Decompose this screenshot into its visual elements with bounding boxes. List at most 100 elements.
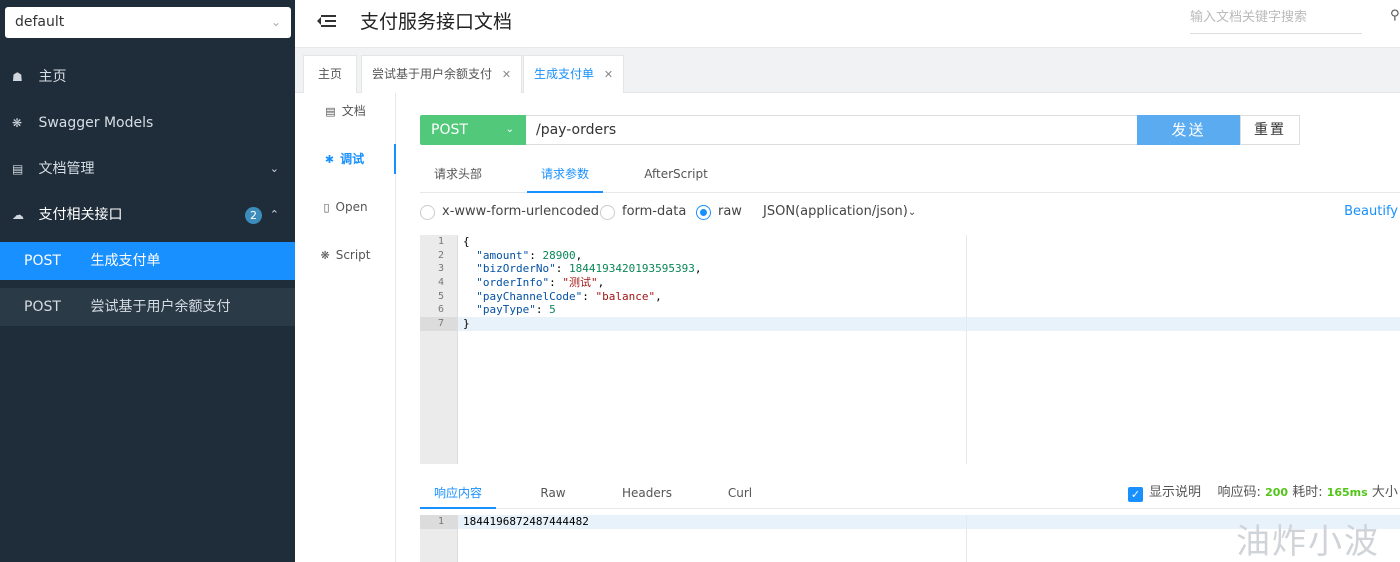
top-header: 支付服务接口文档 输入文档关键字搜索 ⚲ [295, 0, 1400, 48]
tab-response-raw[interactable]: Raw [525, 477, 581, 509]
watermark: 油炸小波 [1236, 522, 1380, 562]
cloud-icon: ☁ [12, 208, 24, 222]
method-select[interactable]: POST ⌄ [420, 115, 526, 145]
tab-request-params[interactable]: 请求参数 [527, 155, 603, 193]
line-number: 2 [437, 249, 444, 261]
sidebar-item-label: 支付相关接口 [38, 207, 123, 223]
sub-item-label: 生成支付单 [90, 253, 161, 269]
status-code-value: 200 [1265, 486, 1289, 499]
vnav-label: Open [335, 200, 368, 214]
bug-icon: ✱ [324, 153, 335, 166]
tab-balance-pay[interactable]: 尝试基于用户余额支付 ✕ [361, 55, 523, 93]
group-select[interactable]: default ⌄ [5, 7, 291, 38]
url-input[interactable]: /pay-orders [526, 115, 1138, 145]
document-icon: ▤ [325, 105, 336, 118]
code-icon: ❋ [320, 249, 330, 262]
page-title: 支付服务接口文档 [360, 11, 513, 33]
print-margin [966, 235, 967, 464]
chevron-down-icon: ⌄ [269, 162, 279, 175]
home-icon: ☗ [12, 70, 23, 84]
vnav-label: Script [335, 248, 371, 262]
radio-form-data[interactable] [600, 205, 615, 220]
tab-afterscript[interactable]: AfterScript [638, 155, 714, 193]
reset-button[interactable]: 重置 [1240, 115, 1300, 145]
method-value: POST [431, 122, 468, 138]
code-line: { [463, 235, 470, 248]
time-value: 165ms [1326, 486, 1368, 499]
sidebar-sub-item-balance-pay[interactable]: POST 尝试基于用户余额支付 [0, 288, 295, 326]
file-icon: ▯ [323, 201, 330, 214]
vnav-label: 调试 [340, 152, 365, 166]
sidebar-item-docs-manage[interactable]: ▤ 文档管理 ⌄ [0, 146, 295, 192]
tab-label: 尝试基于用户余额支付 [372, 67, 493, 81]
sidebar-item-pay-apis[interactable]: ☁ 支付相关接口 2 ⌃ [0, 192, 295, 238]
sub-item-label: 尝试基于用户余额支付 [90, 299, 231, 315]
line-number: 6 [437, 304, 444, 316]
method-label: POST [24, 253, 61, 269]
sidebar-item-label: 主页 [38, 69, 67, 85]
line-number: 7 [420, 317, 457, 331]
tab-label: 主页 [317, 67, 342, 81]
sidebar: default ⌄ ☗ 主页 ❋ Swagger Models ▤ 文档管理 ⌄… [0, 0, 295, 562]
code-line: } [458, 317, 1400, 331]
request-bar: POST ⌄ /pay-orders 发送 重置 [420, 115, 1300, 145]
search-input[interactable]: 输入文档关键字搜索 [1190, 8, 1362, 34]
count-badge: 2 [245, 207, 262, 224]
code-line: "bizOrderNo": 1844193420193595393, [476, 262, 702, 276]
tab-response-curl[interactable]: Curl [717, 477, 763, 509]
radio-raw[interactable] [696, 205, 711, 220]
size-label: 大小 [1371, 485, 1398, 500]
content-type-select[interactable]: JSON(application/json)⌄ [763, 204, 916, 219]
vnav-debug[interactable]: ✱ 调试 [295, 144, 396, 174]
radio-label: x-www-form-urlencoded [442, 204, 600, 219]
radio-urlencoded[interactable] [420, 205, 435, 220]
close-icon[interactable]: ✕ [502, 68, 511, 81]
show-desc-checkbox[interactable]: ✓ [1128, 487, 1143, 502]
request-body-editor[interactable]: 1 2 3 4 5 6 7 { "amount": 28900, "bizOrd… [420, 235, 1400, 464]
send-button[interactable]: 发送 [1137, 115, 1240, 145]
line-gutter: 1 [420, 515, 458, 562]
sidebar-item-swagger-models[interactable]: ❋ Swagger Models [0, 100, 295, 146]
chevron-down-icon: ⌄ [270, 15, 281, 29]
show-desc-label: 显示说明 [1149, 485, 1202, 500]
line-gutter: 1 2 3 4 5 6 7 [420, 235, 458, 464]
line-number: 3 [437, 263, 444, 275]
line-number: 4 [437, 277, 444, 289]
code-line: "amount": 28900, [476, 248, 583, 262]
print-margin [966, 515, 967, 562]
chevron-down-icon: ⌄ [505, 124, 514, 135]
time-label: 耗时: [1292, 485, 1323, 500]
tab-strip: 主页 尝试基于用户余额支付 ✕ 生成支付单 ✕ [295, 48, 1400, 93]
beautify-button[interactable]: Beautify [1344, 204, 1398, 219]
vnav-script[interactable]: ❋ Script [295, 240, 396, 270]
vnav-open[interactable]: ▯ Open [295, 192, 396, 222]
chevron-up-icon: ⌃ [269, 208, 279, 221]
code-line: "payChannelCode": "balance", [476, 289, 662, 303]
close-icon[interactable]: ✕ [604, 68, 613, 81]
chevron-down-icon: ⌄ [907, 207, 917, 218]
tab-create-pay-order[interactable]: 生成支付单 ✕ [523, 55, 625, 93]
code-line: "payType": 5 [476, 303, 556, 317]
group-select-value: default [15, 14, 65, 30]
doc-debug-nav: ▤ 文档 ✱ 调试 ▯ Open ❋ Script [295, 93, 396, 562]
tab-request-headers[interactable]: 请求头部 [420, 155, 496, 193]
line-number: 1 [437, 236, 444, 247]
radio-label: form-data [622, 204, 687, 219]
tab-response-headers[interactable]: Headers [617, 477, 677, 509]
search-icon[interactable]: ⚲ [1390, 8, 1400, 23]
menu-fold-icon[interactable] [317, 12, 337, 32]
status-code-label: 响应码: [1217, 485, 1261, 500]
tab-home[interactable]: 主页 [303, 55, 357, 93]
sidebar-item-home[interactable]: ☗ 主页 [0, 54, 295, 100]
docs-manage-icon: ▤ [12, 162, 24, 176]
line-number: 1 [420, 515, 457, 529]
sidebar-sub-item-create-pay-order[interactable]: POST 生成支付单 [0, 242, 295, 280]
body-type-row: x-www-form-urlencoded form-data raw JSON… [420, 202, 1400, 224]
code-content: { "amount": 28900, "bizOrderNo": 1844193… [458, 235, 1400, 331]
sidebar-item-label: 文档管理 [38, 161, 95, 177]
content-type-value: JSON(application/json) [763, 204, 908, 219]
response-meta: ✓ 显示说明 响应码: 200 耗时: 165ms 大小 [1128, 484, 1398, 502]
vnav-docs[interactable]: ▤ 文档 [295, 96, 396, 126]
tab-response-content[interactable]: 响应内容 [420, 477, 496, 509]
line-number: 5 [437, 290, 444, 302]
